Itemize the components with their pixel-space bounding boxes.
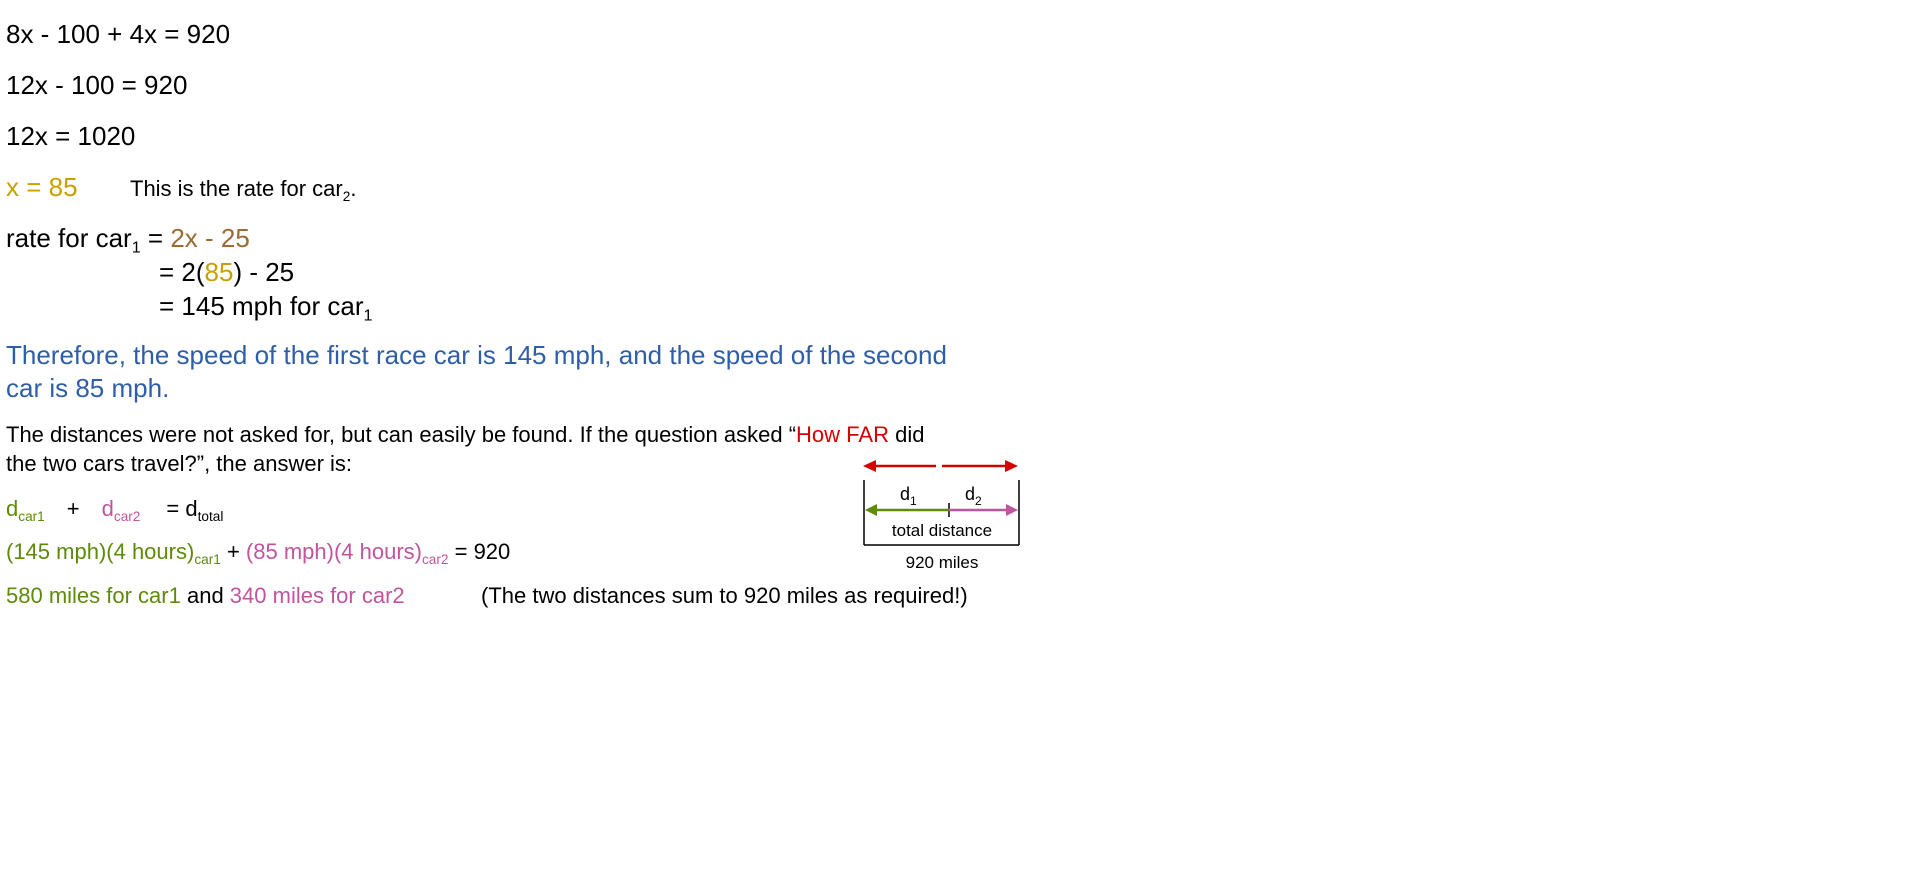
rate-note: This is the rate for car2. xyxy=(130,176,357,203)
d1-arrow-head xyxy=(865,504,877,516)
answer-car2: 340 miles for car2 xyxy=(229,583,405,608)
total-distance-label: total distance xyxy=(892,521,992,540)
substitution-plus: + xyxy=(220,539,246,564)
total-miles-label: 920 miles xyxy=(906,553,979,572)
red-arrow-right-head xyxy=(1005,460,1018,472)
distance-answer: 580 miles for car1 and 340 miles for car… xyxy=(6,583,405,609)
conclusion-line-2: car is 85 mph. xyxy=(6,373,170,403)
distance-formula: dcar1 + dcar2 = dtotal xyxy=(6,496,224,524)
substitution-car2-subscript: car2 xyxy=(421,551,449,567)
rate-car1-step-2-post: ) - 25 xyxy=(233,257,295,287)
formula-plus: + xyxy=(66,496,80,521)
distances-intro-tail: did xyxy=(888,422,925,447)
answer-and: and xyxy=(180,583,230,608)
formula-equals-d: = d xyxy=(166,496,198,521)
rate-car1-step-3: = 145 mph for car1 xyxy=(159,291,372,324)
answer-note: (The two distances sum to 920 miles as r… xyxy=(481,583,968,608)
distance-diagram-svg: d1 d2 total distance 920 miles xyxy=(863,460,1020,572)
d1-label-subscript: 1 xyxy=(910,494,917,508)
rate-car1-step-2-pre: = 2( xyxy=(159,257,205,287)
formula-d1: d xyxy=(6,496,19,521)
distance-diagram: d1 d2 total distance 920 miles xyxy=(860,456,1030,581)
rate-note-text: This is the rate for car xyxy=(130,176,343,201)
formula-d1-subscript: car1 xyxy=(18,508,45,524)
d1-label-main: d xyxy=(900,484,910,504)
d2-label-subscript: 2 xyxy=(975,494,982,508)
equation-line-1: 8x - 100 + 4x = 920 xyxy=(6,19,231,49)
rate-car1-equals: = xyxy=(140,223,171,253)
d2-label: d2 xyxy=(965,484,982,508)
rate-car1-step-2-value: 85 xyxy=(204,257,234,287)
rate-car1-step-3-text: = 145 mph for car xyxy=(159,291,364,321)
equation-line-2: 12x - 100 = 920 xyxy=(6,70,188,100)
distances-intro-line-1: The distances were not asked for, but ca… xyxy=(6,422,924,448)
formula-d2-subscript: car2 xyxy=(113,508,141,524)
substitution-car1-subscript: car1 xyxy=(194,551,221,567)
rate-car1-step-2: = 2(85) - 25 xyxy=(159,257,294,287)
substitution-car2: (85 mph)(4 hours) xyxy=(245,539,422,564)
distances-intro-line-2: the two cars travel?”, the answer is: xyxy=(6,451,353,476)
formula-d2: d xyxy=(101,496,114,521)
d2-arrow-head xyxy=(1006,504,1018,516)
rate-car1-label-subscript: 1 xyxy=(131,238,141,257)
d2-label-main: d xyxy=(965,484,975,504)
d1-label: d1 xyxy=(900,484,917,508)
rate-note-period: . xyxy=(350,176,357,201)
x-solution: x = 85 xyxy=(6,172,78,202)
substitution-result: = 920 xyxy=(448,539,511,564)
red-arrow-left-head xyxy=(863,460,876,472)
equation-line-3: 12x = 1020 xyxy=(6,121,136,151)
answer-car1: 580 miles for car1 xyxy=(6,583,181,608)
rate-car1-line: rate for car1 = 2x - 25 xyxy=(6,223,250,256)
distances-intro-text: The distances were not asked for, but ca… xyxy=(6,422,797,447)
rate-car1-step-3-subscript: 1 xyxy=(363,306,373,325)
distances-intro-highlight: How FAR xyxy=(796,422,889,447)
substitution-car1: (145 mph)(4 hours) xyxy=(6,539,195,564)
distance-substitution: (145 mph)(4 hours)car1 + (85 mph)(4 hour… xyxy=(6,539,511,567)
rate-car1-label: rate for car xyxy=(6,223,132,253)
conclusion-line-1: Therefore, the speed of the first race c… xyxy=(6,340,947,370)
rate-car1-expression: 2x - 25 xyxy=(170,223,250,253)
formula-total-subscript: total xyxy=(197,508,224,524)
